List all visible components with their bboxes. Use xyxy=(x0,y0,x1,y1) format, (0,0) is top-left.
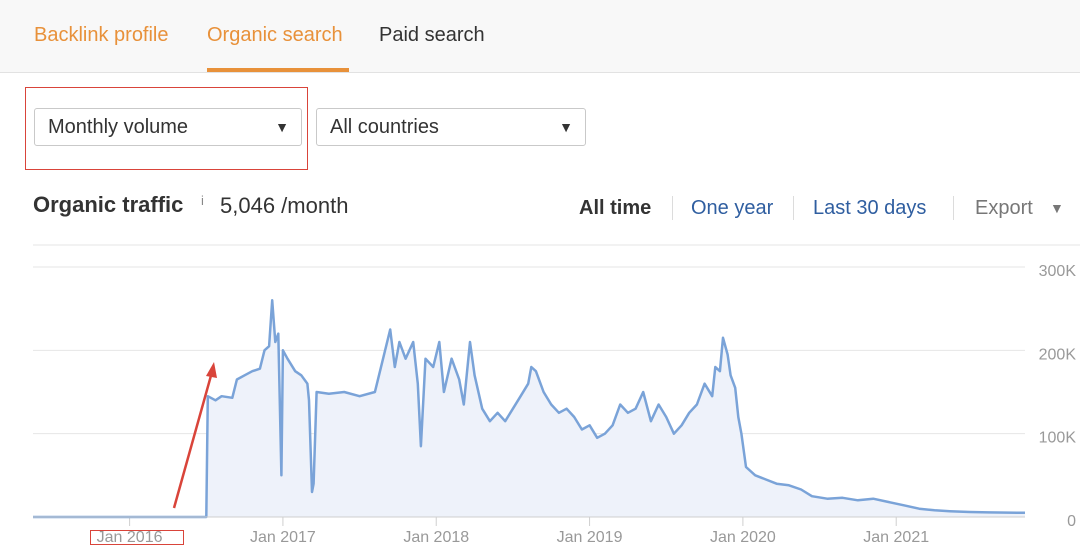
x-tick-label: Jan 2017 xyxy=(250,529,316,546)
x-tick-label: Jan 2019 xyxy=(557,529,623,546)
chart-title: Organic traffic xyxy=(33,192,184,217)
range-divider xyxy=(953,196,954,220)
y-tick-label: 100K xyxy=(1039,430,1077,447)
info-icon[interactable]: i xyxy=(201,193,204,208)
y-tick-label: 300K xyxy=(1039,263,1077,280)
tab-backlink-profile[interactable]: Backlink profile xyxy=(34,0,169,72)
organic-traffic-chart: 0100K200K300KJan 2016 Jan 2017 Jan 2018 Jan… xyxy=(33,244,1080,546)
range-last-30-days[interactable]: Last 30 days xyxy=(813,197,926,220)
range-all-time[interactable]: All time xyxy=(579,197,651,220)
range-divider xyxy=(672,196,673,220)
export-button[interactable]: Export xyxy=(975,197,1033,220)
y-tick-label: 0 xyxy=(1067,513,1076,530)
tab-paid-search[interactable]: Paid search xyxy=(379,0,485,72)
volume-select-value: Monthly volume xyxy=(48,116,189,138)
active-tab-indicator xyxy=(207,68,349,72)
country-select[interactable]: All countries ▼ xyxy=(316,108,586,146)
report-tabs-bar: Backlink profile Organic search Paid sea… xyxy=(0,0,1080,73)
annotation-date-box xyxy=(90,530,184,545)
x-tick-label: Jan 2020 xyxy=(710,529,776,546)
range-one-year[interactable]: One year xyxy=(691,197,773,220)
x-tick-label: Jan 2021 xyxy=(863,529,929,546)
range-divider xyxy=(793,196,794,220)
traffic-value: 5,046 /month xyxy=(220,193,349,218)
caret-down-icon: ▼ xyxy=(275,119,289,135)
caret-down-icon[interactable]: ▼ xyxy=(1050,200,1064,216)
y-tick-label: 200K xyxy=(1039,346,1077,363)
tab-organic-search[interactable]: Organic search xyxy=(207,0,343,72)
x-tick-label: Jan 2018 xyxy=(403,529,469,546)
caret-down-icon: ▼ xyxy=(559,119,573,135)
country-select-value: All countries xyxy=(330,116,439,138)
volume-select[interactable]: Monthly volume ▼ xyxy=(34,108,302,146)
annotation-arrowhead xyxy=(206,362,217,378)
